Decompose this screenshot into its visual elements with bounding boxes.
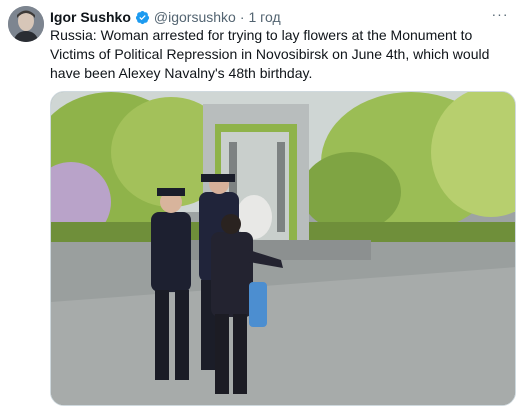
author-handle[interactable]: @igorsushko	[154, 9, 236, 25]
tweet-card[interactable]: Igor Sushko @igorsushko · 1 год ··· Russ…	[0, 0, 521, 411]
tweet-video[interactable]	[50, 91, 516, 406]
verified-badge-icon	[135, 10, 149, 24]
author-avatar[interactable]	[8, 6, 44, 42]
avatar-image	[8, 6, 44, 42]
author-name[interactable]: Igor Sushko	[50, 9, 131, 25]
more-options-icon[interactable]: ···	[489, 5, 511, 23]
timestamp[interactable]: 1 год	[249, 9, 281, 25]
tweet-text: Russia: Woman arrested for trying to lay…	[50, 27, 490, 81]
video-frame-image	[51, 92, 515, 405]
separator-dot: ·	[239, 9, 245, 25]
tweet-header: Igor Sushko @igorsushko · 1 год	[50, 7, 281, 27]
